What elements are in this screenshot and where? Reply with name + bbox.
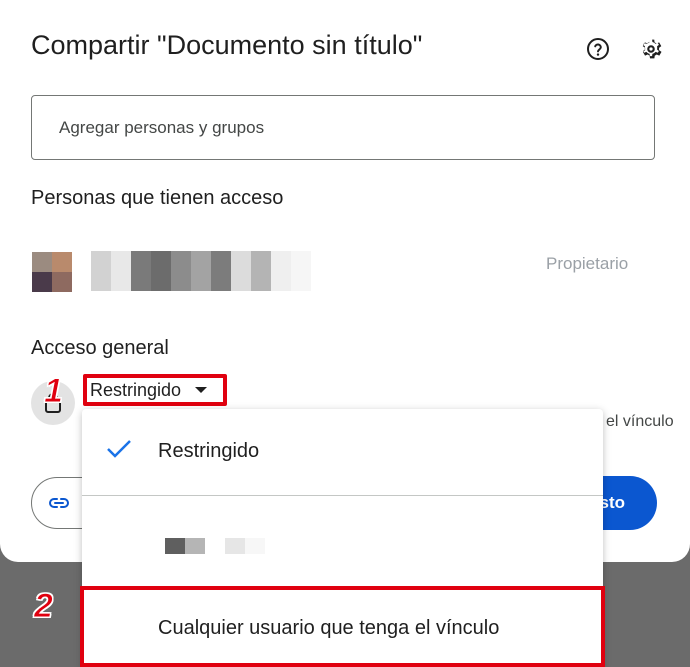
option-anyone-with-link[interactable]: Cualquier usuario que tenga el vínculo xyxy=(80,586,605,667)
settings-button[interactable] xyxy=(634,32,668,66)
general-access-dropdown: Restringido Cualquier usuario que tenga … xyxy=(80,409,605,667)
option-anyone-label: Cualquier usuario que tenga el vínculo xyxy=(158,617,500,639)
help-circle-icon xyxy=(587,38,609,60)
owner-avatar xyxy=(32,252,72,292)
general-access-heading: Acceso general xyxy=(31,337,169,359)
annotation-badge-2: 2 xyxy=(34,587,54,626)
general-access-selected: Restringido xyxy=(90,379,182,400)
dialog-title: Compartir "Documento sin título" xyxy=(31,30,423,60)
help-button[interactable] xyxy=(581,32,615,66)
add-people-input[interactable] xyxy=(31,95,655,160)
caret-down-icon xyxy=(195,387,208,393)
gear-icon xyxy=(642,39,662,59)
check-icon xyxy=(107,440,131,458)
organization-name-pixelated xyxy=(165,538,265,554)
people-with-access-heading: Personas que tienen acceso xyxy=(31,187,284,209)
option-restricted-label: Restringido xyxy=(158,440,260,462)
owner-name-pixelated xyxy=(91,251,313,291)
owner-role: Propietario xyxy=(546,254,629,273)
access-description: el vínculo xyxy=(606,413,674,430)
general-access-select[interactable]: Restringido xyxy=(83,374,227,406)
option-restricted[interactable]: Restringido xyxy=(82,409,603,495)
annotation-badge-1: 1 xyxy=(44,372,64,411)
link-icon xyxy=(49,498,69,508)
option-organization[interactable] xyxy=(82,496,603,586)
done-button-label: sto xyxy=(599,493,626,512)
